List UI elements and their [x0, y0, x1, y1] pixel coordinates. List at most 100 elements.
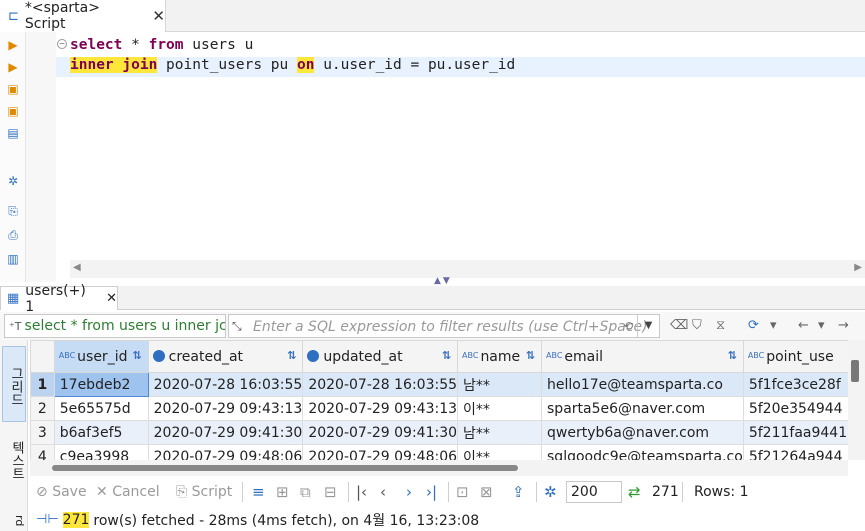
column-header-name[interactable]: ABC name ⇅: [457, 340, 543, 373]
filter-history-icon[interactable]: ⟲: [623, 319, 633, 333]
table-cell[interactable]: 남**: [457, 372, 543, 397]
table-cell[interactable]: 2020-07-29 09:43:13: [302, 396, 459, 421]
sort-filter-icon[interactable]: ⇅: [728, 349, 737, 362]
save-script-icon[interactable]: ▥: [6, 252, 20, 266]
scroll-left-icon[interactable]: ◀: [73, 262, 81, 273]
table-cell[interactable]: 2020-07-29 09:48:06: [147, 444, 304, 460]
table-cell[interactable]: 이**: [457, 444, 543, 460]
apply-filter-icon[interactable]: ⧖: [716, 318, 725, 333]
column-header-user-id[interactable]: ABC user_id ⇅: [53, 340, 149, 373]
previous-page-icon[interactable]: ‹: [380, 483, 386, 501]
refresh-fetch-icon[interactable]: ⇄: [628, 483, 641, 501]
table-cell[interactable]: 2020-07-29 09:41:30: [302, 420, 459, 445]
execute-script-icon[interactable]: ▣: [6, 82, 20, 96]
close-results-tab-icon[interactable]: ✕: [106, 291, 117, 306]
table-cell[interactable]: sqlgoodc9e@teamsparta.co: [541, 444, 744, 460]
column-header-created-at[interactable]: created_at ⇅: [147, 340, 304, 373]
table-cell[interactable]: 5f21264a944: [742, 444, 852, 460]
sort-filter-icon[interactable]: ⇅: [287, 349, 296, 362]
add-row-icon[interactable]: ⊞: [276, 483, 289, 501]
fetch-size-input[interactable]: 200: [566, 481, 622, 503]
scroll-right-icon[interactable]: ▶: [854, 262, 862, 273]
cancel-button[interactable]: ✕ Cancel: [96, 484, 160, 500]
table-cell[interactable]: 남**: [457, 420, 543, 445]
table-cell[interactable]: 이**: [457, 396, 543, 421]
save-button[interactable]: ⊘ Save: [36, 484, 87, 500]
column-header-point-user[interactable]: ABC point_use: [742, 340, 852, 373]
filter-settings-icon[interactable]: ⛉: [692, 318, 702, 333]
grid-vertical-scrollbar[interactable]: [848, 340, 865, 460]
expand-filter-icon[interactable]: ⤡: [232, 319, 242, 334]
table-cell[interactable]: 2020-07-28 16:03:55: [147, 372, 304, 397]
panels-icon[interactable]: ⊡: [456, 483, 469, 501]
refresh-dropdown-icon[interactable]: ▾: [770, 318, 777, 333]
script-button[interactable]: ⎘ Script: [176, 484, 232, 500]
execute-script-new-tab-icon[interactable]: ▣: [6, 104, 20, 118]
copy-row-icon[interactable]: ⧉: [300, 483, 311, 501]
table-row[interactable]: 4 c9ea3998 2020-07-29 09:48:06 2020-07-2…: [30, 444, 852, 460]
row-number[interactable]: 4: [30, 444, 55, 460]
table-cell[interactable]: 2020-07-29 09:48:06: [302, 444, 459, 460]
execute-statement-icon[interactable]: ▶: [6, 38, 20, 52]
table-cell[interactable]: sparta5e6@naver.com: [541, 396, 744, 421]
scroll-thumb[interactable]: [52, 465, 518, 471]
table-row[interactable]: 1 17ebdeb2 2020-07-28 16:03:55 2020-07-2…: [30, 372, 852, 397]
record-view-tab[interactable]: rd: [2, 510, 26, 531]
filter-dropdown-icon[interactable]: ▼: [637, 315, 659, 337]
refresh-icon[interactable]: ⟳: [748, 318, 759, 333]
back-dropdown-icon[interactable]: ▾: [818, 318, 825, 333]
table-cell[interactable]: b6af3ef5: [53, 420, 149, 445]
grid-view-tab[interactable]: 그리드: [2, 346, 26, 422]
table-cell[interactable]: 5f1fce3ce28f: [742, 372, 852, 397]
export-icon[interactable]: ⎘: [6, 204, 20, 218]
sort-filter-icon[interactable]: ⇅: [132, 349, 141, 362]
filter-expression-input[interactable]: ⤡ Enter a SQL expression to filter resul…: [228, 314, 660, 338]
results-tab[interactable]: ▦ users(+) 1 ✕: [0, 283, 118, 315]
table-cell[interactable]: 2020-07-28 16:03:55: [302, 372, 459, 397]
delete-row-icon[interactable]: ⊟: [324, 483, 337, 501]
explain-plan-icon[interactable]: ▤: [6, 126, 20, 140]
table-cell[interactable]: hello17e@teamsparta.co: [541, 372, 744, 397]
sort-filter-icon[interactable]: ⇅: [526, 349, 535, 362]
export-data-icon[interactable]: ⇪: [512, 483, 525, 501]
first-page-icon[interactable]: |‹: [356, 483, 367, 501]
row-number-header[interactable]: [30, 340, 55, 373]
table-cell[interactable]: 5e65575d: [53, 396, 149, 421]
row-number[interactable]: 1: [30, 372, 55, 397]
table-cell[interactable]: 5f211faa9441: [742, 420, 852, 445]
editor-tab[interactable]: ⊏ *<sparta> Script ✕: [0, 0, 166, 32]
fold-toggle-icon[interactable]: −: [57, 39, 67, 49]
clear-filter-icon[interactable]: ⌫: [670, 318, 688, 333]
query-preview[interactable]: ⁺T select * from users u inner jc: [4, 314, 226, 338]
next-page-icon[interactable]: ›: [406, 483, 412, 501]
editor-horizontal-scrollbar[interactable]: ◀ ▶: [70, 260, 865, 278]
column-header-email[interactable]: ABC email ⇅: [541, 340, 744, 373]
table-cell[interactable]: 2020-07-29 09:41:30: [147, 420, 304, 445]
results-grid[interactable]: ABC user_id ⇅ created_at ⇅ updated_at ⇅ ABC n…: [30, 340, 852, 460]
settings-gear-icon[interactable]: ✲: [6, 174, 20, 188]
fetch-settings-gear-icon[interactable]: ✲: [544, 483, 557, 501]
sort-filter-icon[interactable]: ⇅: [442, 349, 451, 362]
layout-icon[interactable]: ⊠: [480, 483, 493, 501]
table-cell[interactable]: 17ebdeb2: [53, 372, 149, 397]
table-row[interactable]: 2 5e65575d 2020-07-29 09:43:13 2020-07-2…: [30, 396, 852, 421]
column-header-updated-at[interactable]: updated_at ⇅: [302, 340, 459, 373]
row-number[interactable]: 3: [30, 420, 55, 445]
forward-arrow-icon[interactable]: →: [838, 318, 849, 333]
grid-horizontal-scrollbar[interactable]: [30, 460, 848, 476]
execute-new-tab-icon[interactable]: ▶: [6, 60, 20, 74]
row-number[interactable]: 2: [30, 396, 55, 421]
table-cell[interactable]: 2020-07-29 09:43:13: [147, 396, 304, 421]
back-arrow-icon[interactable]: ←: [798, 318, 809, 333]
table-cell[interactable]: 5f20e354944: [742, 396, 852, 421]
sql-editor[interactable]: − select * from users u inner join point…: [56, 32, 865, 260]
scroll-thumb[interactable]: [851, 360, 859, 382]
text-view-tab[interactable]: 텍스트: [2, 428, 26, 488]
close-tab-icon[interactable]: ✕: [152, 7, 165, 25]
edit-row-icon[interactable]: ≡: [252, 483, 265, 501]
last-page-icon[interactable]: ›|: [426, 483, 437, 501]
table-cell[interactable]: c9ea3998: [53, 444, 149, 460]
panel-resize-handle[interactable]: ▲▼: [434, 276, 452, 286]
table-cell[interactable]: qwertyb6a@naver.com: [541, 420, 744, 445]
load-script-icon[interactable]: ⎙: [6, 228, 20, 242]
